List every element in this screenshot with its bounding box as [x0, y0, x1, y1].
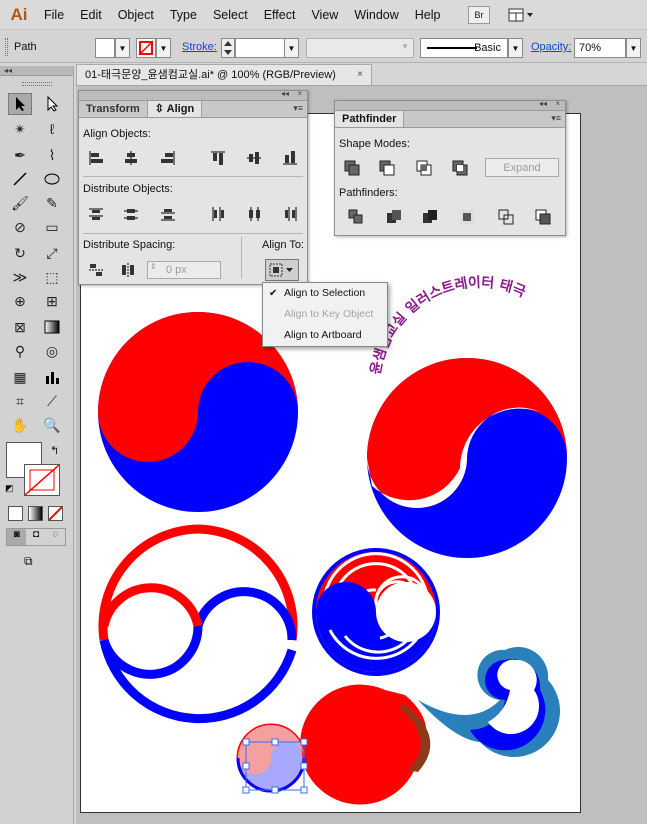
distribute-objects-label: Distribute Objects:	[83, 183, 173, 195]
collapse-panel-icon[interactable]: ◂◂	[539, 99, 547, 108]
taegeuk-striped[interactable]	[312, 548, 440, 676]
collapse-panel-icon[interactable]: ◂◂	[281, 89, 289, 98]
align-objects-label: Align Objects:	[83, 128, 151, 140]
taegeuk-tail[interactable]	[300, 646, 561, 805]
align-left-icon[interactable]	[87, 149, 105, 167]
outline-icon[interactable]	[497, 208, 515, 226]
trim-icon[interactable]	[385, 208, 403, 226]
align-horizontal-center-icon[interactable]	[122, 149, 140, 167]
crop-icon[interactable]	[458, 208, 476, 226]
spacing-value: 0 px	[166, 264, 187, 276]
spacing-value-input[interactable]: ⇕ 0 px	[147, 261, 221, 279]
align-to-menu: ✔ Align to Selection Align to Key Object…	[262, 282, 388, 347]
distribute-top-icon[interactable]	[87, 205, 105, 223]
divide-icon[interactable]	[347, 208, 365, 226]
align-to-label: Align To:	[262, 239, 304, 251]
distribute-vertical-center-icon[interactable]	[122, 205, 140, 223]
align-bottom-icon[interactable]	[281, 149, 299, 167]
tab-align-arrows-icon: ⇳	[154, 103, 165, 115]
distribute-horizontal-space-icon[interactable]	[119, 261, 137, 279]
shape-modes-label: Shape Modes:	[339, 138, 410, 150]
pathfinders-label: Pathfinders:	[339, 187, 398, 199]
tab-transform[interactable]: Transform	[79, 101, 148, 117]
distribute-right-icon[interactable]	[281, 205, 299, 223]
align-panel: ◂◂ × Transform ⇳ Align ▾≡ Align Objects:…	[78, 89, 308, 285]
align-to-artboard-item[interactable]: Align to Artboard	[263, 325, 387, 346]
distribute-left-icon[interactable]	[209, 205, 227, 223]
taegeuk-selected[interactable]	[236, 723, 308, 794]
distribute-spacing-label: Distribute Spacing:	[83, 239, 176, 251]
align-to-selection-item[interactable]: ✔ Align to Selection	[263, 283, 387, 304]
minus-front-icon[interactable]	[378, 159, 396, 177]
taegeuk-outline[interactable]	[98, 524, 298, 724]
expand-button[interactable]: Expand	[485, 158, 559, 177]
exclude-icon[interactable]	[451, 159, 469, 177]
align-to-selection-icon	[269, 263, 293, 277]
tab-align[interactable]: ⇳ Align	[147, 101, 203, 117]
align-vertical-center-icon[interactable]	[245, 149, 263, 167]
close-panel-icon[interactable]: ×	[297, 89, 302, 98]
align-right-icon[interactable]	[159, 149, 177, 167]
distribute-bottom-icon[interactable]	[159, 205, 177, 223]
align-to-key-object-item[interactable]: Align to Key Object	[263, 304, 387, 325]
align-top-icon[interactable]	[209, 149, 227, 167]
panel-menu-icon[interactable]: ▾≡	[551, 113, 561, 124]
align-to-selection-button[interactable]	[265, 259, 299, 281]
distribute-horizontal-center-icon[interactable]	[245, 205, 263, 223]
close-panel-icon[interactable]: ×	[555, 99, 560, 108]
merge-icon[interactable]	[421, 208, 439, 226]
minus-back-icon[interactable]	[534, 208, 552, 226]
unite-icon[interactable]	[343, 159, 361, 177]
checkmark-icon: ✔	[269, 288, 278, 299]
pathfinder-panel: ◂◂ × Pathfinder ▾≡ Shape Modes: Expand P…	[334, 99, 566, 236]
distribute-vertical-space-icon[interactable]	[87, 261, 105, 279]
tab-pathfinder[interactable]: Pathfinder	[335, 111, 405, 127]
panel-menu-icon[interactable]: ▾≡	[293, 103, 303, 114]
intersect-icon[interactable]	[415, 159, 433, 177]
stepper-arrows-icon: ⇕	[150, 262, 157, 271]
taegeuk-gap[interactable]	[367, 358, 567, 558]
